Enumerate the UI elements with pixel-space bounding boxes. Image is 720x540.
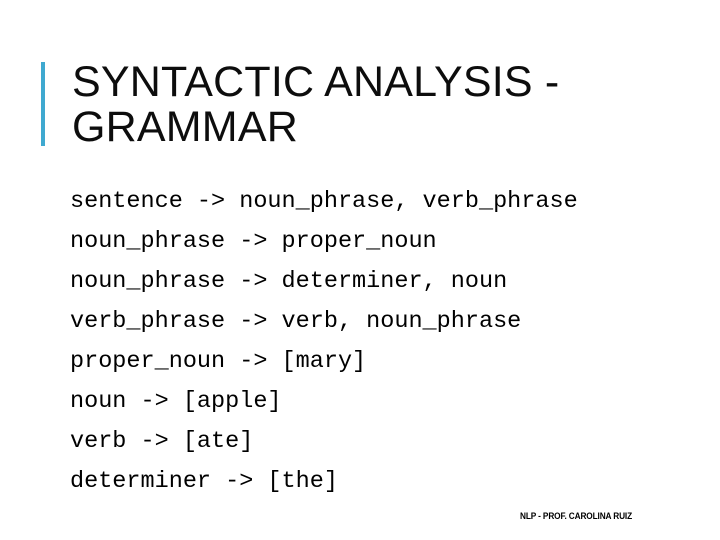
page-title: SYNTACTIC ANALYSIS - GRAMMAR — [72, 58, 560, 151]
list-item: noun_phrase -> proper_noun — [70, 228, 437, 255]
list-item: sentence -> noun_phrase, verb_phrase — [70, 188, 578, 215]
slide-canvas: SYNTACTIC ANALYSIS - GRAMMAR sentence ->… — [0, 0, 720, 540]
list-item: determiner -> [the] — [70, 468, 338, 495]
list-item: verb_phrase -> verb, noun_phrase — [70, 308, 522, 335]
grammar-rules-list: sentence -> noun_phrase, verb_phrase nou… — [70, 182, 670, 502]
list-item: verb -> [ate] — [70, 428, 254, 455]
title-block: SYNTACTIC ANALYSIS - GRAMMAR — [41, 60, 661, 150]
slide-footer: NLP - PROF. CAROLINA RUIZ — [519, 511, 632, 521]
list-item: noun_phrase -> determiner, noun — [70, 268, 508, 295]
list-item: noun -> [apple] — [70, 388, 282, 415]
list-item: proper_noun -> [mary] — [70, 348, 367, 375]
